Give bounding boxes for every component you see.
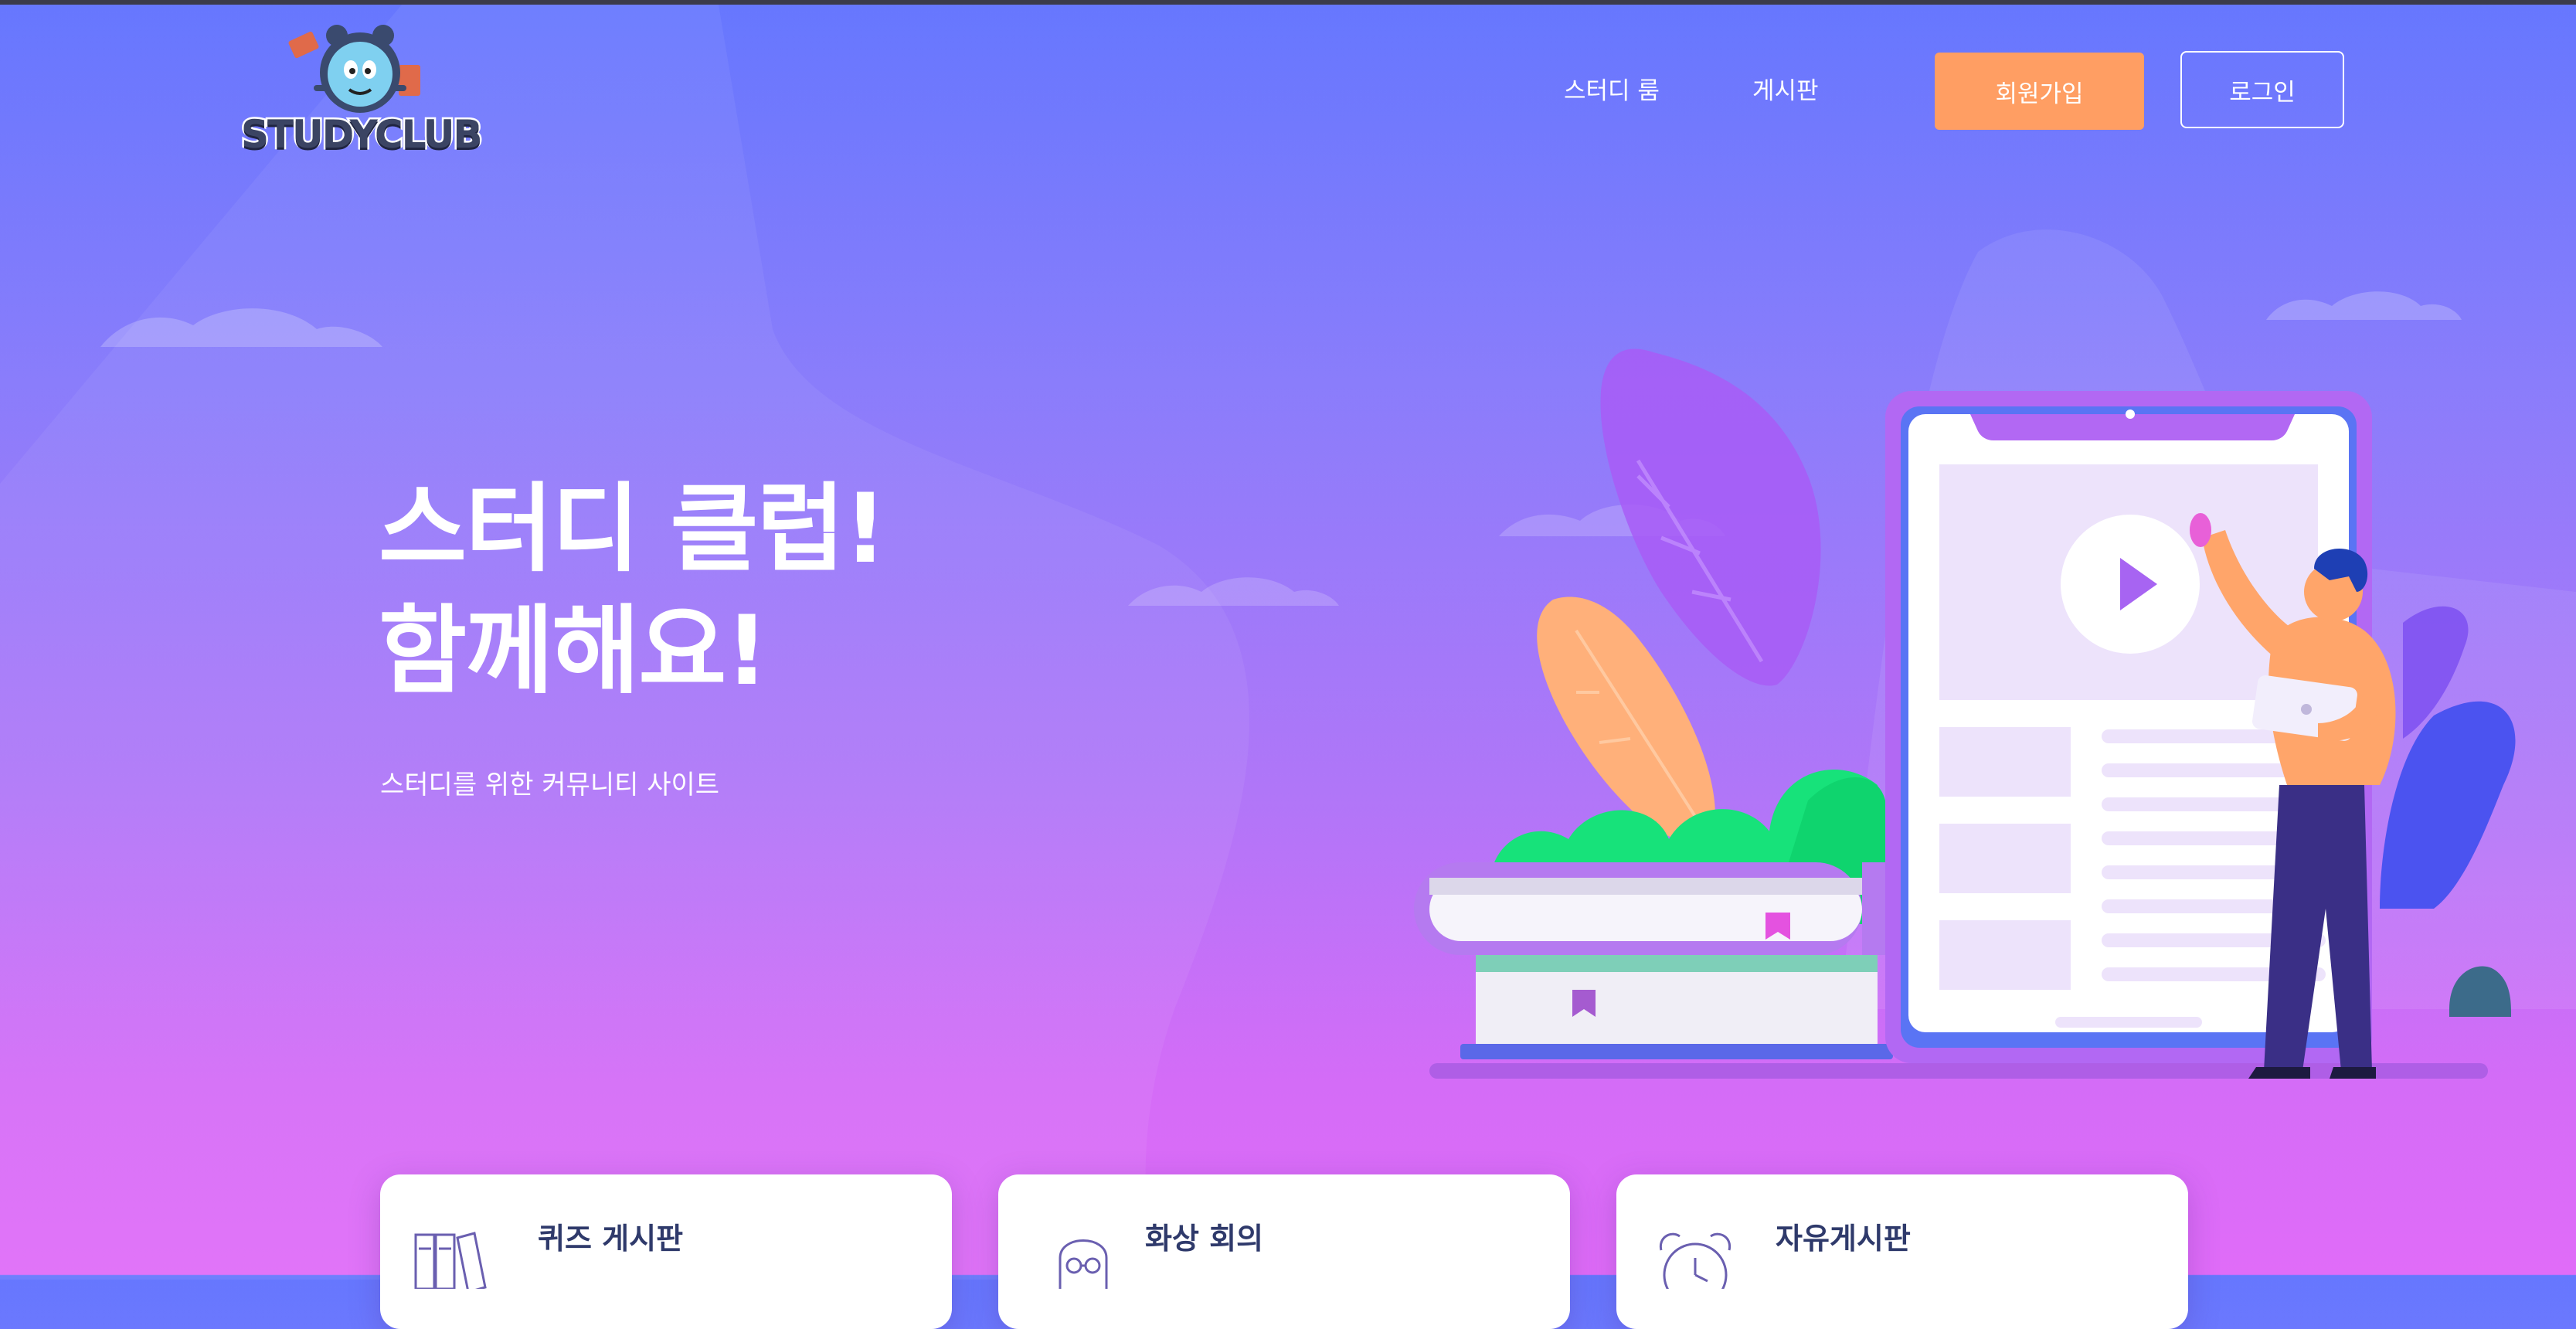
blue-leaf: [2380, 701, 2516, 909]
signup-button[interactable]: 회원가입: [1935, 53, 2144, 130]
card-free-board-title: 자유게시판: [1776, 1222, 1911, 1256]
card-free-board[interactable]: 자유게시판: [1616, 1174, 2188, 1329]
cloud-left: [100, 308, 382, 347]
alarm-clock-mascot-icon: [288, 25, 420, 113]
logo[interactable]: STUDYCLUB: [236, 14, 484, 159]
nav-board[interactable]: 게시판: [1752, 71, 1819, 106]
hero-title-line2: 함께해요!: [379, 596, 769, 707]
cloud-mid: [1128, 577, 1339, 606]
person-glasses-icon: [1059, 1239, 1108, 1289]
binders-icon: [414, 1232, 487, 1289]
card-video-meeting-title: 화상 회의: [1145, 1222, 1264, 1256]
ground-shadow: [1429, 1063, 2488, 1079]
login-button[interactable]: 로그인: [2180, 51, 2344, 128]
hero-title: 스터디 클럽! 함께해요!: [379, 468, 887, 712]
card-quiz-board[interactable]: 퀴즈 게시판: [380, 1174, 952, 1329]
site-header: STUDYCLUB 스터디 룸 게시판 회원가입 로그인: [0, 5, 2576, 159]
card-quiz-board-title: 퀴즈 게시판: [538, 1222, 684, 1256]
nav-study-room[interactable]: 스터디 룸: [1564, 71, 1660, 106]
login-button-label: 로그인: [2229, 78, 2296, 107]
signup-button-label: 회원가입: [1995, 80, 2084, 108]
alarm-clock-icon: [1659, 1232, 1731, 1289]
hero-subtitle: 스터디를 위한 커뮤니티 사이트: [380, 770, 720, 800]
hero-title-line1: 스터디 클럽!: [379, 474, 887, 585]
hero-illustration: [1414, 348, 2516, 1079]
card-video-meeting[interactable]: 화상 회의: [998, 1174, 1570, 1329]
logo-text: STUDYCLUB: [240, 110, 484, 159]
